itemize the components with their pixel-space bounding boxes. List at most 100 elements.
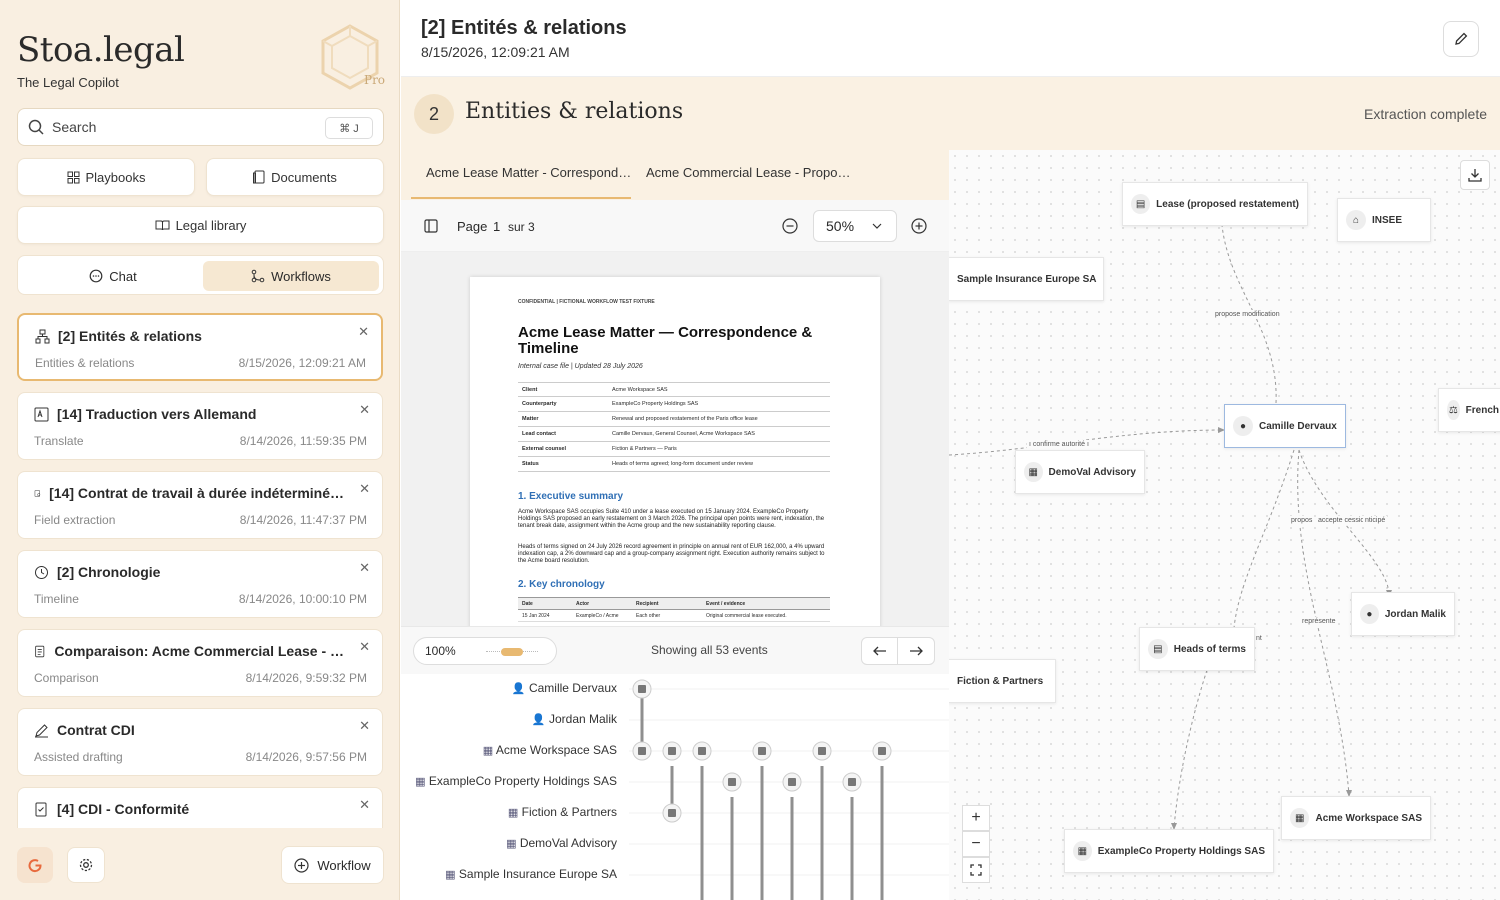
playbooks-button[interactable]: Playbooks <box>17 158 195 196</box>
workflow-card-title: [2] Entités & relations <box>35 328 345 344</box>
close-icon[interactable]: ✕ <box>359 560 370 576</box>
workflow-card-type: Comparison <box>34 671 99 685</box>
arrow-left-icon <box>872 646 886 656</box>
workflows-tab[interactable]: Workflows <box>203 261 379 291</box>
close-icon[interactable]: ✕ <box>359 718 370 734</box>
doc-subtitle: Internal case file | Updated 28 July 202… <box>518 363 643 370</box>
timeline-row-label: ▦ Fiction & Partners <box>507 805 617 819</box>
document-icon <box>253 170 265 184</box>
close-icon[interactable]: ✕ <box>358 324 369 340</box>
pen-icon <box>35 723 48 737</box>
page-number[interactable]: 1 <box>493 219 500 234</box>
chat-tab[interactable]: Chat <box>24 261 202 291</box>
node-lease[interactable]: ▤ Lease (proposed restatement) <box>1122 182 1308 226</box>
step-number: 2 <box>414 94 454 134</box>
workflow-card[interactable]: [4] CDI - Conformité ✕ <box>17 787 383 828</box>
node-jordan-malik[interactable]: ● Jordan Malik <box>1351 592 1455 636</box>
translate-icon <box>34 407 49 421</box>
zoom-slider-handle[interactable] <box>501 648 523 656</box>
relations-graph[interactable]: propose modification ı confirme autorité… <box>949 150 1500 900</box>
edge-label-nt: nt <box>1254 634 1264 643</box>
node-demoval-advisory[interactable]: ▦ DemoVal Advisory <box>1015 450 1145 494</box>
gear-icon <box>79 858 93 872</box>
edge-heads-exampleco <box>1173 669 1208 829</box>
close-icon[interactable]: ✕ <box>359 402 370 418</box>
node-fiction-partners[interactable]: Fiction & Partners <box>949 659 1056 703</box>
graph-fit-button[interactable] <box>962 857 990 883</box>
node-acme-workspace[interactable]: ▦ Acme Workspace SAS <box>1281 796 1431 840</box>
node-insee[interactable]: ⌂ INSEE <box>1337 198 1431 242</box>
zoom-select[interactable]: 50% <box>813 210 897 242</box>
building-icon: ▦ <box>1024 462 1043 482</box>
sidebar-toggle-icon[interactable] <box>424 219 438 233</box>
viewer-toolbar: Page 1 sur 3 50% <box>401 200 949 252</box>
workflows-label: Workflows <box>271 268 331 284</box>
playbooks-label: Playbooks <box>85 169 146 185</box>
node-camille-dervaux[interactable]: ● Camille Dervaux <box>1224 404 1346 448</box>
building-icon <box>638 685 646 693</box>
timeline-zoom-control[interactable]: 100% <box>413 637 557 665</box>
doc-tab-lease[interactable]: Acme Commercial Lease - Propo… <box>646 165 850 180</box>
workflow-card[interactable]: [14] Traduction vers Allemand Translate 8/… <box>17 392 383 460</box>
chat-label: Chat <box>109 268 137 284</box>
download-button[interactable] <box>1460 160 1490 190</box>
timeline-row-label: 👤 Camille Dervaux <box>511 681 617 695</box>
timeline-next-button[interactable] <box>898 638 934 664</box>
node-french[interactable]: ⚖ French <box>1438 388 1500 432</box>
doc-tab-correspondence[interactable]: Acme Lease Matter - Correspond… <box>426 165 631 180</box>
edge-label-confirme-autorite: ı confirme autorité ı <box>1027 440 1091 449</box>
legal-library-button[interactable]: Legal library <box>17 206 384 244</box>
workflow-card[interactable]: Contrat CDI Assisted drafting 8/14/2026, 9… <box>17 708 383 776</box>
pencil-icon <box>1455 32 1468 45</box>
building-icon: ▦ <box>482 745 494 757</box>
edge-label-anticipe: nticipé <box>1363 516 1388 525</box>
document-pane: Acme Lease Matter - Correspond… Acme Com… <box>401 150 949 900</box>
timeline-prev-button[interactable] <box>862 638 899 664</box>
node-exampleco[interactable]: ▦ ExampleCo Property Holdings SAS <box>1064 829 1274 873</box>
workflow-list: [2] Entités & relations Entities & relati… <box>17 313 384 828</box>
graph-zoom-out-button[interactable]: − <box>962 831 990 857</box>
node-heads-of-terms[interactable]: ▤ Heads of terms <box>1139 627 1255 671</box>
workflow-card[interactable]: [2] Chronologie Timeline 8/14/2026, 10:00:… <box>17 550 383 618</box>
doc-table-row: External counsel Fiction & Partners — Par… <box>518 442 830 457</box>
close-icon[interactable]: ✕ <box>359 481 370 497</box>
plus-circle-icon <box>294 857 309 873</box>
brand-tagline: The Legal Copilot <box>17 75 119 90</box>
workflow-card[interactable]: [2] Entités & relations Entities & relati… <box>17 313 383 381</box>
timeline-chart[interactable]: 👤 Camille Dervaux 👤 Jordan Malik ▦ Acme Wo… <box>401 674 949 900</box>
doc-table-row: Matter Renewal and proposed restatement o… <box>518 412 830 427</box>
person-icon: 👤 <box>511 683 526 695</box>
node-sample-insurance[interactable]: Sample Insurance Europe SA <box>949 257 1104 301</box>
workflow-card-type: Entities & relations <box>35 356 135 370</box>
chat-bubble-icon <box>89 269 103 283</box>
zoom-out-icon[interactable] <box>782 218 798 234</box>
doc-table-row: Lead contact Camille Dervaux, General Cou… <box>518 427 830 442</box>
search-label: Search <box>52 119 97 135</box>
edit-button[interactable] <box>1443 21 1479 57</box>
edge-camille-heads <box>1233 449 1295 629</box>
minus-icon: − <box>971 835 981 852</box>
chevron-down-icon <box>872 223 882 229</box>
workflow-header: [2] Entités & relations 8/15/2026, 12:09… <box>401 0 1500 77</box>
document-viewer[interactable]: CONFIDENTIAL | FICTIONAL WORKFLOW TEST F… <box>401 252 949 626</box>
timeline-row-label: 👤 Jordan Malik <box>531 712 617 726</box>
workflow-card[interactable]: Comparaison: Acme Commercial Lease - … Co… <box>17 629 383 697</box>
close-icon[interactable]: ✕ <box>359 639 370 655</box>
workflow-card[interactable]: [14] Contrat de travail à durée indéterm… <box>17 471 383 539</box>
new-workflow-button[interactable]: Workflow <box>281 846 384 884</box>
document-icon: ▤ <box>1148 639 1168 659</box>
timeline-toolbar: 100% Showing all 53 events <box>401 626 949 674</box>
settings-button[interactable] <box>67 847 105 883</box>
building-icon <box>848 778 856 786</box>
graph-zoom-in-button[interactable]: + <box>962 805 990 831</box>
close-icon[interactable]: ✕ <box>359 797 370 813</box>
account-button[interactable] <box>17 847 53 883</box>
workflow-title: [2] Entités & relations <box>421 17 627 39</box>
search-button[interactable]: Search ⌘ J <box>17 108 384 146</box>
documents-button[interactable]: Documents <box>206 158 384 196</box>
arrow-right-icon <box>910 646 923 656</box>
doc-paragraph-1: Acme Workspace SAS occupies Suite 410 un… <box>518 509 825 529</box>
zoom-in-icon[interactable] <box>911 218 927 234</box>
step-title: Entities & relations <box>465 99 684 124</box>
building-icon: ▦ <box>415 776 426 788</box>
